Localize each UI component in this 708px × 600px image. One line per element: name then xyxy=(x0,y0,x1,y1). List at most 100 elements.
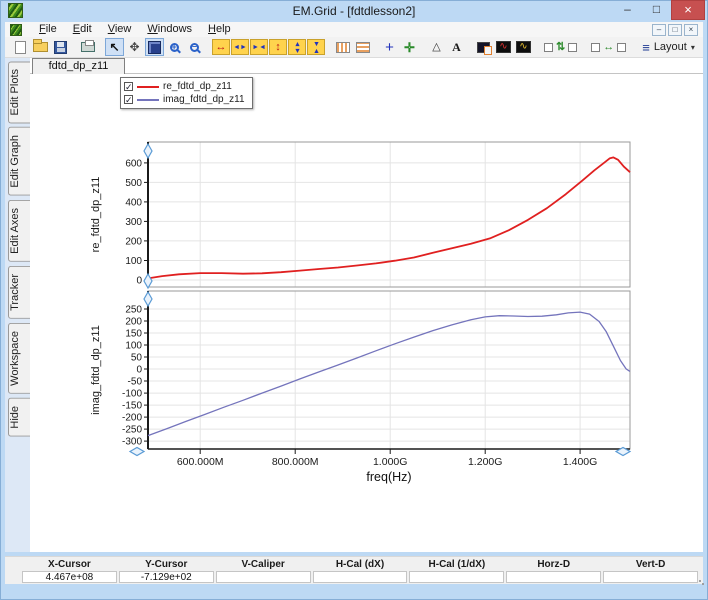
split-horizontal-button[interactable] xyxy=(353,38,372,56)
plot-canvas[interactable] xyxy=(30,58,703,552)
legend-label-re: re_fdtd_dp_z11 xyxy=(163,81,232,92)
status-label: V-Caliper xyxy=(215,558,312,571)
split-horizontal-icon xyxy=(356,42,370,53)
toolbar: ↖✥↔◄►►◄↕◄►►◄+✛△A∿∿⇅↔≡Layout▾ xyxy=(5,37,703,58)
expand-y-icon: ↕ xyxy=(275,42,281,53)
window-maximize-button[interactable]: □ xyxy=(642,0,671,20)
legend-label-imag: imag_fdtd_dp_z11 xyxy=(163,94,245,105)
legend-checkbox-imag[interactable]: ✓ xyxy=(124,95,133,104)
toolbar-separator xyxy=(71,38,78,56)
document-tab[interactable]: fdtd_dp_z11 xyxy=(32,58,125,74)
toolbar-separator xyxy=(205,38,212,56)
sidebar-tab-strip: Edit Plots Edit Graph Edit Axes Tracker … xyxy=(5,58,30,552)
menu-windows[interactable]: Windows xyxy=(139,22,200,37)
print-icon xyxy=(81,42,95,52)
fit-x-left-checkbox[interactable] xyxy=(591,43,600,52)
mdi-restore-button[interactable]: □ xyxy=(668,24,682,36)
stretch-x-button[interactable]: ◄► xyxy=(231,39,249,55)
compress-x-icon: ►◄ xyxy=(252,44,266,51)
expand-x-icon: ↔ xyxy=(216,42,227,53)
legend-checkbox-re[interactable]: ✓ xyxy=(124,82,133,91)
toolbar-separator xyxy=(630,38,637,56)
legend-line-sample-imag xyxy=(137,99,159,101)
zoom-out-button[interactable] xyxy=(185,38,204,56)
legend-item-imag: ✓ imag_fdtd_dp_z11 xyxy=(124,93,249,106)
wave-yellow-icon: ∿ xyxy=(516,41,531,53)
expand-y-button[interactable]: ↕ xyxy=(269,39,287,55)
fit-y-right-checkbox[interactable] xyxy=(568,43,577,52)
zoom-region-button[interactable] xyxy=(145,38,164,56)
status-value-row: 4.467e+08-7.129e+02 xyxy=(21,571,699,583)
plot-thumbnail-icon xyxy=(477,42,490,53)
zoom-region-icon xyxy=(148,41,161,54)
title-bar[interactable]: EM.Grid - [fdtdlesson2] – □ × xyxy=(0,0,708,22)
sidebar-tab-tracker[interactable]: Tracker xyxy=(8,266,30,319)
plot-legend: ✓ re_fdtd_dp_z11 ✓ imag_fdtd_dp_z11 xyxy=(120,77,253,109)
split-vertical-button[interactable] xyxy=(333,38,352,56)
status-label: H-Cal (dX) xyxy=(312,558,409,571)
mdi-close-button[interactable]: × xyxy=(684,24,698,36)
compress-y-button[interactable]: ►◄ xyxy=(307,39,325,55)
zoom-in-button[interactable] xyxy=(165,38,184,56)
status-label: X-Cursor xyxy=(21,558,118,571)
pan-hand-button[interactable]: ✥ xyxy=(125,38,144,56)
fit-y-left-checkbox[interactable] xyxy=(544,43,553,52)
legend-line-sample-re xyxy=(137,86,159,88)
wave-red-icon: ∿ xyxy=(496,41,511,53)
mdi-minimize-button[interactable]: – xyxy=(652,24,666,36)
expand-x-button[interactable]: ↔ xyxy=(212,39,230,55)
delta-marker-icon: △ xyxy=(432,42,440,53)
new-file-button[interactable] xyxy=(11,38,30,56)
sidebar-tab-edit-graph[interactable]: Edit Graph xyxy=(8,127,30,196)
menu-file[interactable]: File xyxy=(31,22,65,37)
sidebar-tab-hide[interactable]: Hide xyxy=(8,398,30,437)
text-annotation-button[interactable]: A xyxy=(447,38,466,56)
wave-red-button[interactable]: ∿ xyxy=(494,38,513,56)
print-button[interactable] xyxy=(78,38,97,56)
window-minimize-button[interactable]: – xyxy=(613,0,642,20)
delta-marker-button[interactable]: △ xyxy=(427,38,446,56)
fit-x-group: ↔ xyxy=(588,42,629,53)
wave-yellow-button[interactable]: ∿ xyxy=(514,38,533,56)
window-close-button[interactable]: × xyxy=(671,0,705,20)
resize-grip[interactable] xyxy=(699,580,705,586)
status-header-row: X-CursorY-CursorV-CaliperH-Cal (dX)H-Cal… xyxy=(21,558,699,571)
text-annotation-icon: A xyxy=(452,41,461,53)
zoom-in-icon xyxy=(170,43,179,52)
layout-bars-icon: ≡ xyxy=(642,41,650,54)
document-icon xyxy=(10,24,22,36)
select-cursor-icon: ↖ xyxy=(109,41,119,53)
save-file-button[interactable] xyxy=(51,38,70,56)
pan-hand-icon: ✥ xyxy=(129,41,139,53)
sidebar-tab-workspace[interactable]: Workspace xyxy=(8,323,30,394)
menu-edit[interactable]: Edit xyxy=(65,22,100,37)
status-value xyxy=(506,571,601,583)
sidebar-tab-edit-axes[interactable]: Edit Axes xyxy=(8,200,30,262)
compress-y-icon: ►◄ xyxy=(312,40,319,54)
layout-button[interactable]: ≡Layout▾ xyxy=(637,38,700,56)
stretch-y-button[interactable]: ◄► xyxy=(288,39,306,55)
new-file-icon xyxy=(15,41,26,54)
zoom-out-icon xyxy=(190,43,199,52)
status-value xyxy=(409,571,504,583)
toolbar-separator xyxy=(467,38,474,56)
stretch-y-icon: ◄► xyxy=(293,40,300,54)
status-bar: X-CursorY-CursorV-CaliperH-Cal (dX)H-Cal… xyxy=(5,556,703,584)
menu-bar: File Edit View Windows Help – □ × xyxy=(5,22,703,37)
axes-tool-button[interactable]: ✛ xyxy=(400,38,419,56)
open-file-icon xyxy=(33,42,48,52)
window-title: EM.Grid - [fdtdlesson2] xyxy=(0,0,708,22)
select-cursor-button[interactable]: ↖ xyxy=(105,38,124,56)
status-value: -7.129e+02 xyxy=(119,571,214,583)
menu-view[interactable]: View xyxy=(100,22,140,37)
plot-thumbnail-button[interactable] xyxy=(474,38,493,56)
fit-x-right-checkbox[interactable] xyxy=(617,43,626,52)
menu-help[interactable]: Help xyxy=(200,22,239,37)
sidebar-tab-edit-plots[interactable]: Edit Plots xyxy=(8,61,30,123)
crosshair-icon: + xyxy=(385,40,394,55)
open-file-button[interactable] xyxy=(31,38,50,56)
compress-x-button[interactable]: ►◄ xyxy=(250,39,268,55)
status-label: H-Cal (1/dX) xyxy=(408,558,505,571)
document-tab-bar: fdtd_dp_z11 xyxy=(30,58,703,74)
crosshair-button[interactable]: + xyxy=(380,38,399,56)
